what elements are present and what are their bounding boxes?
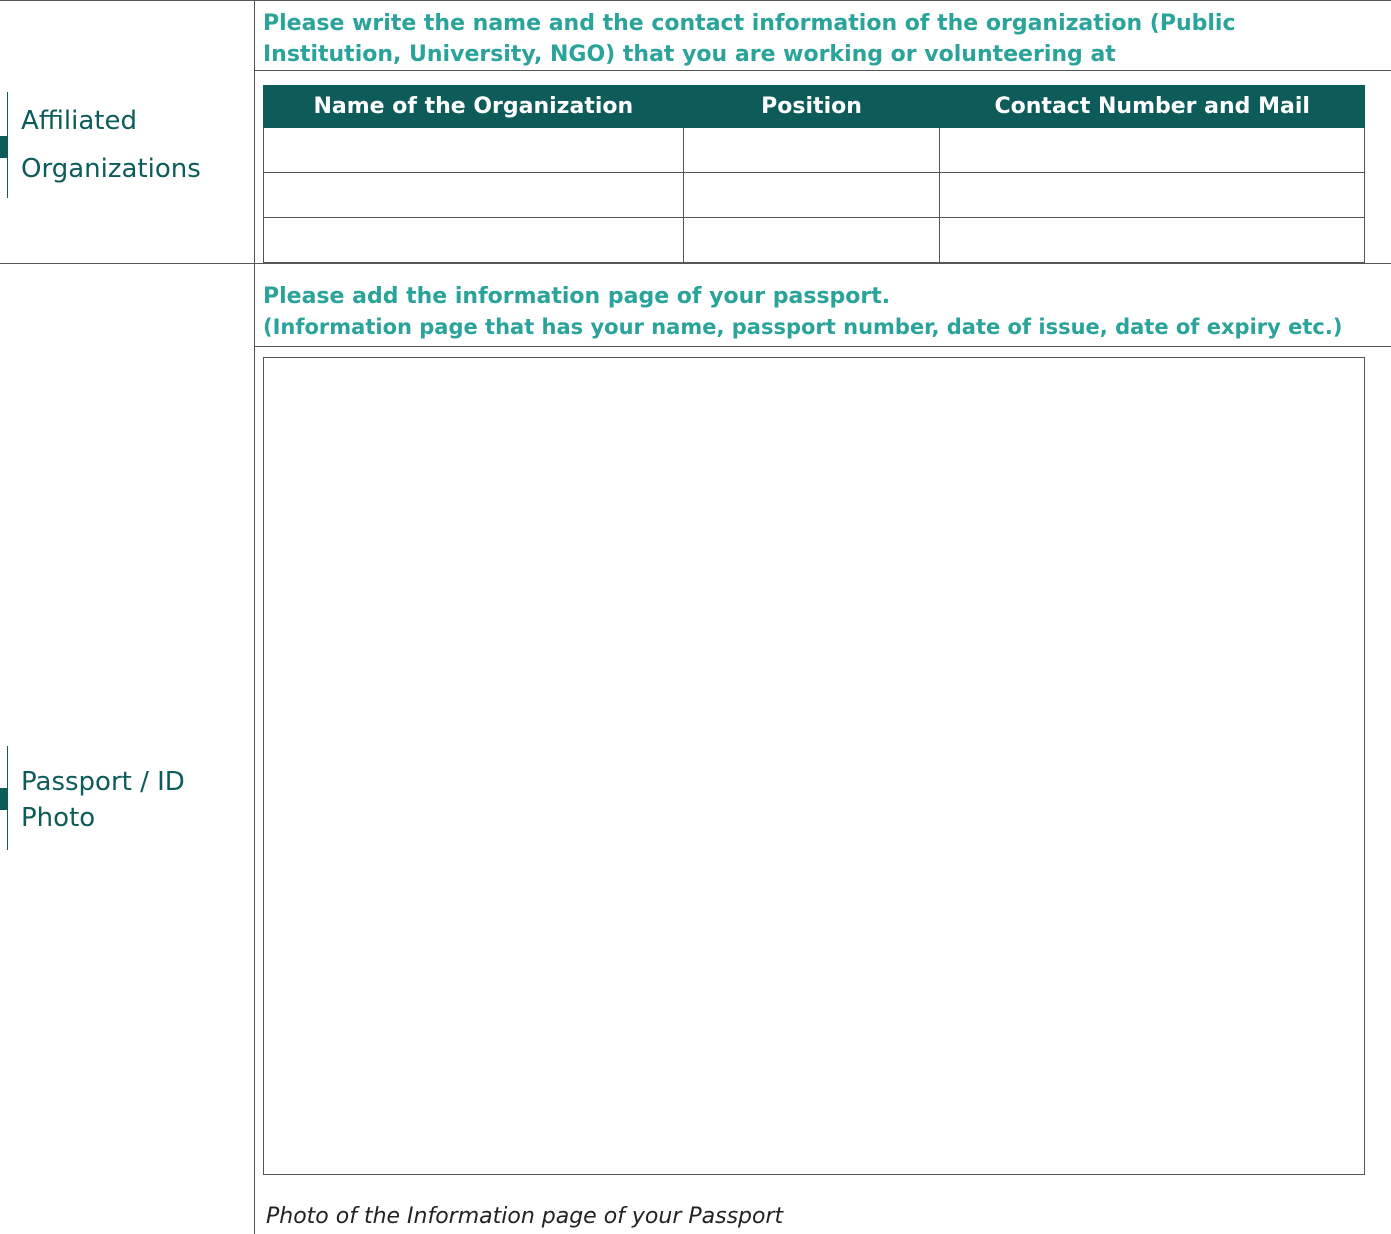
contact-cell[interactable] (939, 172, 1365, 218)
instruction-underline-passport (254, 346, 1391, 347)
label-accent-mark (0, 136, 8, 158)
header-contact: Contact Number and Mail (939, 85, 1365, 128)
top-rule (0, 0, 1391, 1)
passport-label-line1: Passport / ID (21, 767, 185, 797)
passport-photo-caption: Photo of the Information page of your Pa… (266, 1204, 784, 1229)
table-row (263, 217, 1365, 263)
table-header-row: Name of the Organization Position Contac… (263, 85, 1365, 128)
table-row (263, 172, 1365, 218)
affiliated-label-line2: Organizations (21, 154, 201, 184)
affiliated-organizations-label: Affiliated Organizations (0, 92, 250, 198)
header-organization-name: Name of the Organization (263, 85, 684, 128)
table-row (263, 127, 1365, 173)
section-divider (0, 263, 1391, 264)
passport-label-line2: Photo (21, 803, 96, 833)
organization-name-cell[interactable] (263, 172, 684, 218)
passport-instruction-line2: (Information page that has your name, pa… (263, 315, 1343, 339)
affiliated-instruction: Please write the name and the contact in… (263, 11, 1236, 67)
instruction-underline-affiliated (254, 70, 1391, 71)
position-cell[interactable] (682, 127, 941, 173)
affiliated-label-line1: Affiliated (21, 106, 137, 136)
contact-cell[interactable] (939, 217, 1365, 263)
passport-photo-upload-area[interactable] (263, 357, 1365, 1175)
position-cell[interactable] (682, 217, 941, 263)
organization-name-cell[interactable] (263, 127, 684, 173)
passport-id-photo-label: Passport / ID Photo (0, 746, 250, 850)
label-accent-mark (0, 788, 8, 810)
contact-cell[interactable] (939, 127, 1365, 173)
position-cell[interactable] (682, 172, 941, 218)
organization-name-cell[interactable] (263, 217, 684, 263)
header-position: Position (682, 85, 941, 128)
passport-instruction-line1: Please add the information page of your … (263, 284, 891, 309)
column-divider (254, 0, 255, 1234)
organizations-table: Name of the Organization Position Contac… (263, 85, 1365, 263)
